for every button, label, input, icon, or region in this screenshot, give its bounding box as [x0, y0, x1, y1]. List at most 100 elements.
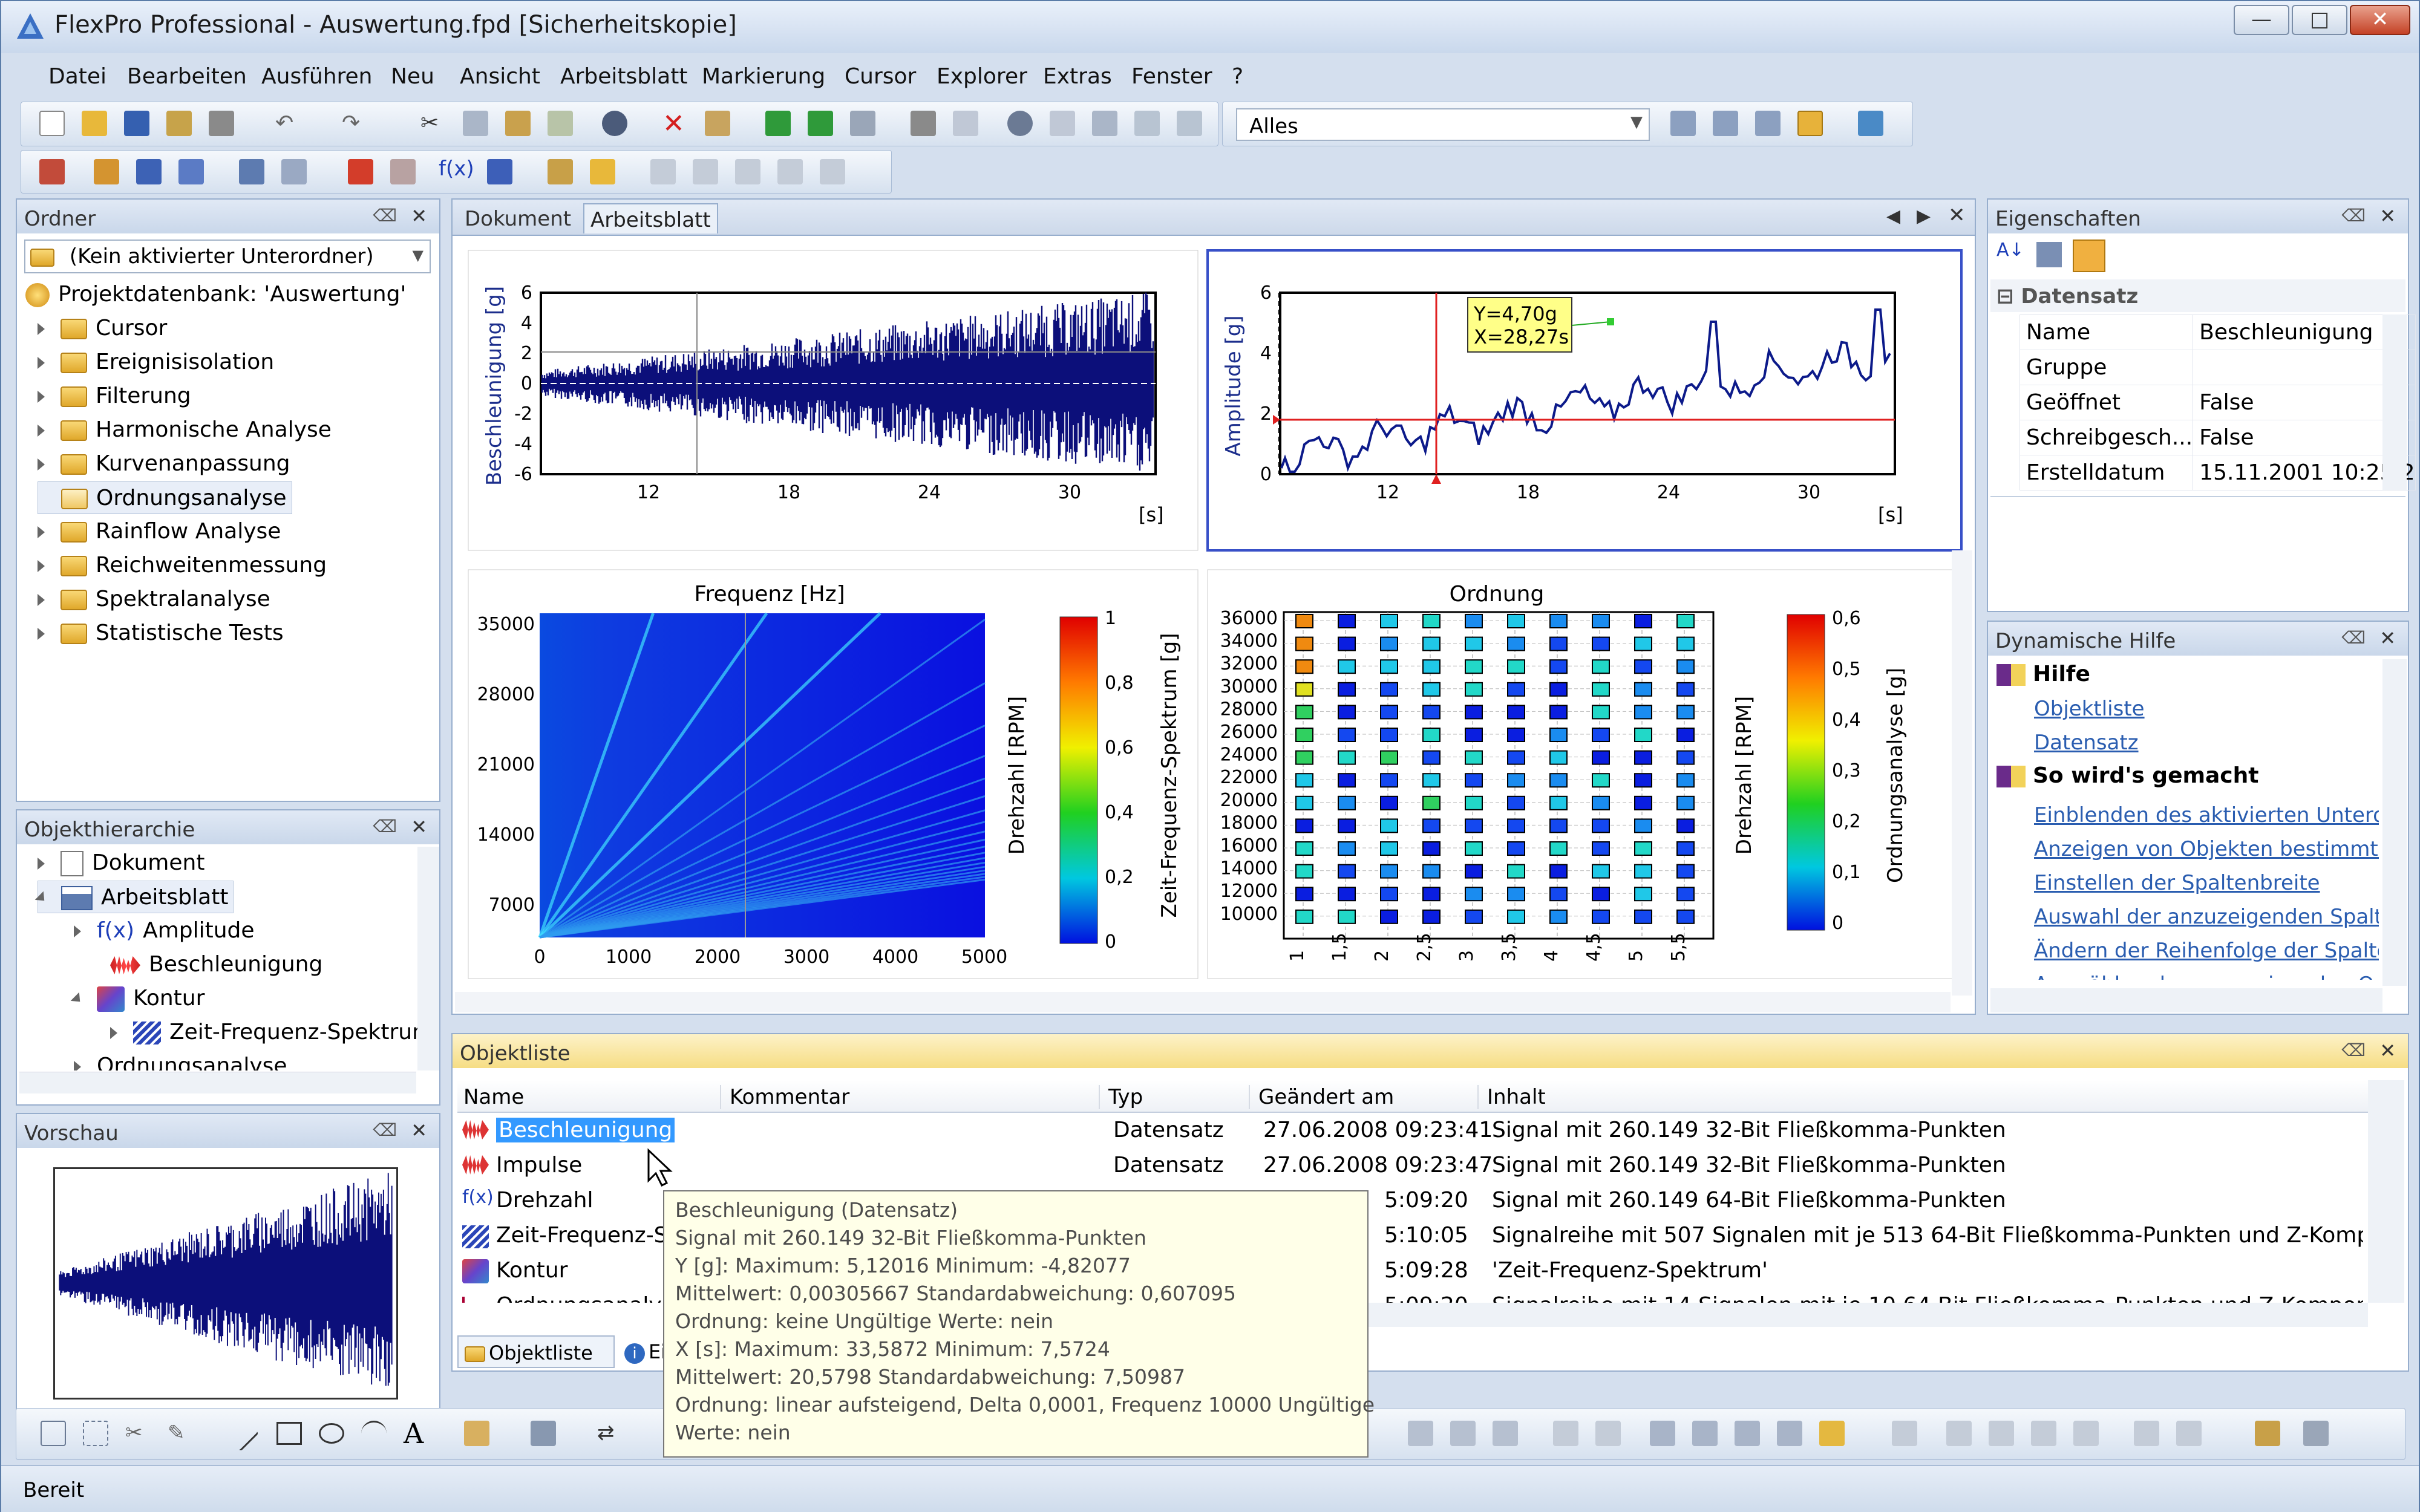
expand-icon[interactable]: [38, 391, 45, 403]
arc-tool-icon[interactable]: [361, 1421, 387, 1446]
open-folder-icon[interactable]: [82, 111, 107, 136]
pin-icon[interactable]: ⌫: [2341, 628, 2366, 648]
home-icon[interactable]: [2303, 1421, 2329, 1446]
row-name[interactable]: Kontur: [496, 1258, 567, 1283]
layout-icon[interactable]: [1092, 111, 1117, 136]
expand-icon[interactable]: [38, 425, 45, 437]
hierarchy-vscrollbar[interactable]: [417, 847, 439, 1070]
preview-toggle-icon[interactable]: [1858, 111, 1883, 136]
page-setup-icon[interactable]: [953, 111, 978, 136]
acceleration-chart[interactable]: 6 4 2 0 -2 -4 -6 12 18 24 30 Beschleunigung [g] […: [467, 249, 1199, 552]
tab-next-icon[interactable]: ▶: [1917, 206, 1931, 227]
collapse-icon[interactable]: [70, 992, 85, 1006]
dataset2-icon[interactable]: [390, 159, 416, 184]
update-all-icon[interactable]: [808, 111, 833, 136]
table-row[interactable]: Impulse Datensatz 27.06.2008 09:23:47 Si…: [457, 1150, 2363, 1185]
group-icon[interactable]: [2031, 1421, 2056, 1446]
recalc-icon[interactable]: [850, 111, 875, 136]
categorize-icon[interactable]: [2036, 242, 2062, 267]
expand-icon[interactable]: [38, 628, 45, 640]
document-icon[interactable]: [281, 159, 307, 184]
properties-vscrollbar[interactable]: [2382, 314, 2407, 490]
folder-item[interactable]: Cursor: [38, 312, 167, 345]
fill-color-icon[interactable]: [464, 1421, 489, 1446]
pin-icon[interactable]: ⌫: [373, 206, 397, 226]
expand-icon[interactable]: [74, 1061, 81, 1070]
menu-markierung[interactable]: Markierung: [702, 64, 825, 90]
prop-value[interactable]: [2193, 350, 2416, 385]
folder-item[interactable]: Rainflow Analyse: [38, 515, 281, 548]
tab-prev-icon[interactable]: ◀: [1886, 206, 1900, 227]
row-name[interactable]: Beschleunigung: [496, 1118, 675, 1142]
tree-item[interactable]: f(x) Amplitude: [74, 914, 255, 947]
close-icon[interactable]: ✕: [1948, 203, 1966, 227]
print-icon[interactable]: [209, 111, 234, 136]
col-name[interactable]: Name: [463, 1085, 524, 1109]
tree-item[interactable]: Dokument: [38, 847, 204, 879]
close-icon[interactable]: ✕: [411, 204, 427, 227]
text-object-icon[interactable]: [178, 159, 204, 184]
tree-item[interactable]: Kontur: [70, 982, 204, 1015]
pin-icon[interactable]: ⌫: [373, 1120, 397, 1140]
tab-objektliste[interactable]: Objektliste: [457, 1335, 615, 1368]
hierarchy-hscrollbar[interactable]: [19, 1072, 416, 1093]
prop-value[interactable]: False: [2193, 385, 2416, 420]
tree-view-icon[interactable]: [1670, 111, 1696, 136]
signal-series-icon[interactable]: [487, 159, 512, 184]
cut-icon[interactable]: ✂: [420, 111, 446, 136]
axis-icon[interactable]: [1892, 1421, 1917, 1446]
line-tool-icon[interactable]: [223, 1415, 259, 1452]
close-button[interactable]: ✕: [2350, 5, 2410, 35]
legend-icon[interactable]: [1595, 1421, 1621, 1446]
pin-icon[interactable]: ⌫: [2341, 1040, 2366, 1060]
close-icon[interactable]: ✕: [2379, 627, 2396, 650]
row-name[interactable]: Impulse: [496, 1153, 582, 1178]
arrange-front-icon[interactable]: [1946, 1421, 1972, 1446]
menu-fenster[interactable]: Fenster: [1131, 64, 1212, 90]
folder-item[interactable]: Filterung: [38, 380, 191, 412]
cursor-tool-icon[interactable]: [1408, 1421, 1433, 1446]
close-icon[interactable]: ✕: [2379, 204, 2396, 227]
menu-bearbeiten[interactable]: Bearbeiten: [127, 64, 247, 90]
row-name[interactable]: Zeit-Frequenz-Sp: [496, 1223, 681, 1248]
expand-icon[interactable]: [38, 458, 45, 471]
pin-icon[interactable]: ⌫: [2341, 206, 2366, 226]
tab-arbeitsblatt[interactable]: Arbeitsblatt: [583, 203, 718, 233]
tree-root[interactable]: Projektdatenbank: 'Auswertung': [25, 278, 406, 311]
copy-icon[interactable]: [463, 111, 488, 136]
find-icon[interactable]: [602, 111, 627, 136]
redo-icon[interactable]: ↷: [342, 111, 367, 136]
details-view-icon[interactable]: [1797, 111, 1823, 136]
select-arrow-icon[interactable]: [41, 1421, 66, 1446]
arrange2-icon[interactable]: [1177, 111, 1202, 136]
expand-icon[interactable]: [38, 323, 45, 335]
save-all-icon[interactable]: [166, 111, 192, 136]
update-icon[interactable]: [765, 111, 791, 136]
close-icon[interactable]: ✕: [2379, 1039, 2396, 1062]
pen-icon[interactable]: ✎: [168, 1421, 193, 1446]
table-icon[interactable]: [136, 159, 162, 184]
help-link[interactable]: Auswählen des anzuzeigenden Or: [2034, 968, 2379, 980]
pin-icon[interactable]: ⌫: [373, 816, 397, 836]
folder-item[interactable]: Spektralanalyse: [38, 583, 270, 616]
col-kommentar[interactable]: Kommentar: [720, 1085, 849, 1109]
hierarchy-icon[interactable]: [1713, 111, 1738, 136]
delete-icon[interactable]: ✕: [662, 108, 688, 139]
undo-icon[interactable]: ↶: [275, 111, 301, 136]
help-link[interactable]: Einstellen der Spaltenbreite: [2034, 866, 2379, 900]
ellipse-tool-icon[interactable]: [319, 1423, 344, 1444]
help-vscrollbar[interactable]: [2382, 659, 2407, 986]
menu-extras[interactable]: Extras: [1043, 64, 1112, 90]
new-file-icon[interactable]: [39, 111, 65, 136]
expand-icon[interactable]: [74, 925, 81, 937]
tree-item[interactable]: Ordnungsanalyse: [74, 1050, 287, 1070]
formula-insert-icon[interactable]: [39, 159, 65, 184]
menu-ansicht[interactable]: Ansicht: [460, 64, 540, 90]
document-hscrollbar[interactable]: [455, 992, 1951, 1012]
tab-dokument[interactable]: Dokument: [465, 207, 571, 231]
row-name[interactable]: Ordnungsanalyse: [496, 1293, 687, 1303]
line-color-icon[interactable]: [531, 1421, 556, 1446]
formula-icon[interactable]: f(x): [439, 157, 474, 181]
tree-item[interactable]: Beschleunigung: [110, 948, 322, 981]
spectrum-contour-chart[interactable]: Frequenz [Hz] 350002800021000140007000 0…: [467, 569, 1199, 980]
